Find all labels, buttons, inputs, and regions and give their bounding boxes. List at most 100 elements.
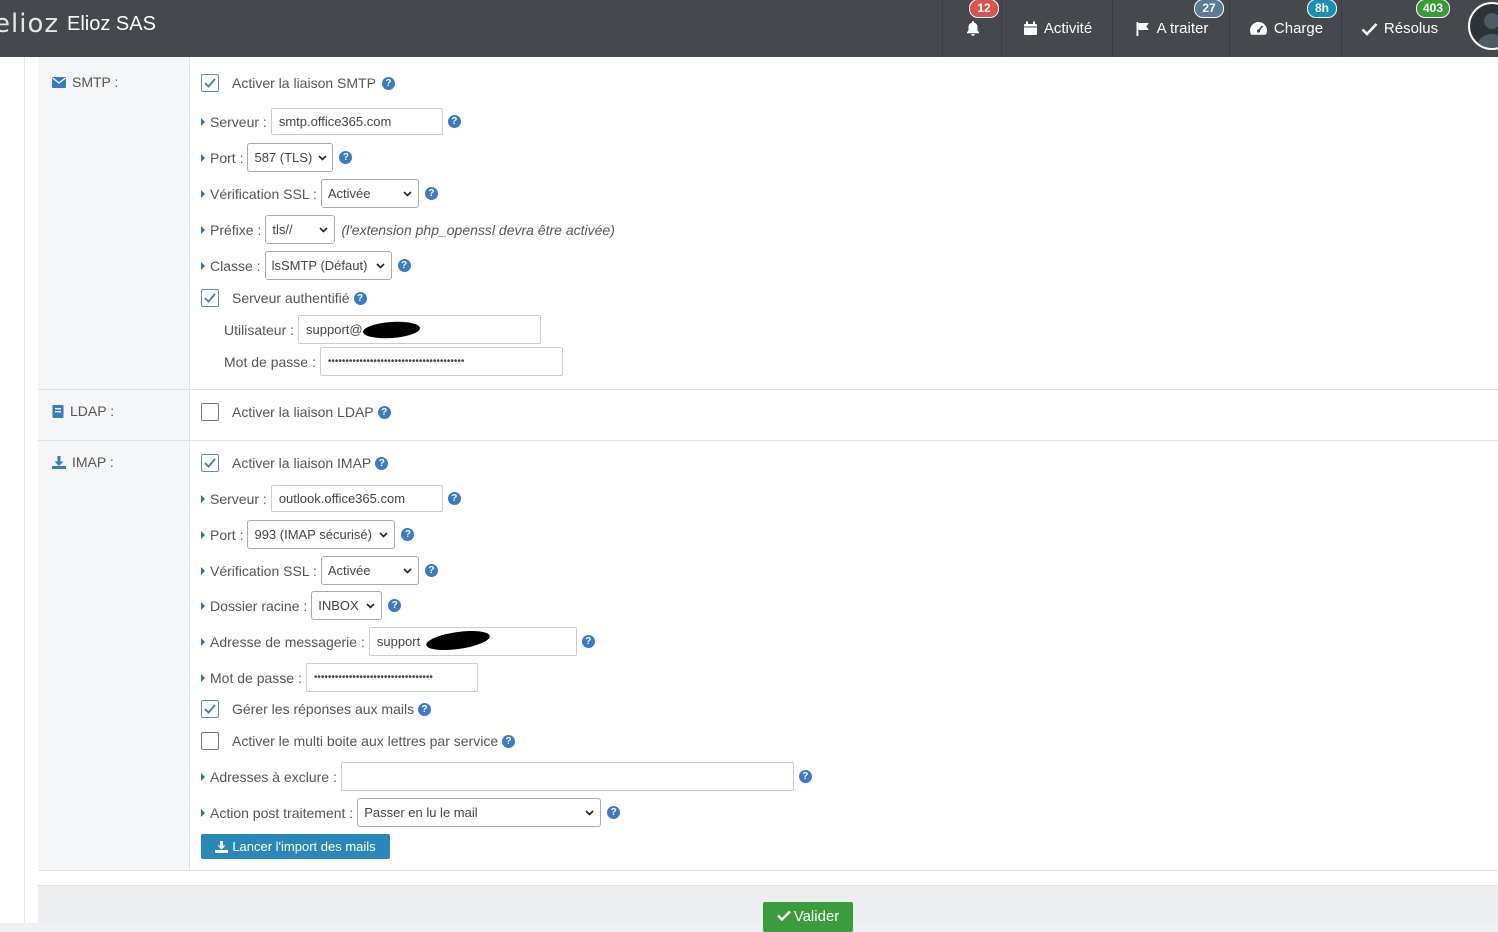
smtp-port-label: Port : — [210, 149, 244, 166]
imap-replies-row: Gérer les réponses aux mails ? — [201, 700, 432, 718]
imap-exclude-row: Adresses à exclure : ? — [201, 762, 812, 791]
openssl-note: (l'extension php_openssl devra être acti… — [341, 221, 615, 238]
validate-button[interactable]: Valider — [763, 902, 853, 932]
smtp-ssl-label: Vérification SSL : — [210, 185, 317, 202]
help-icon[interactable]: ? — [581, 635, 595, 648]
imap-ssl-select[interactable]: Activée — [320, 556, 419, 585]
help-icon[interactable]: ? — [424, 564, 438, 577]
smtp-class-row: Classe : lsSMTP (Défaut) ? — [201, 251, 411, 280]
imap-enable-checkbox[interactable] — [201, 454, 219, 472]
flag-icon — [1135, 21, 1151, 37]
help-icon[interactable]: ? — [418, 702, 432, 716]
help-icon[interactable]: ? — [377, 405, 391, 419]
imap-port-label: Port : — [210, 526, 244, 543]
imap-post-row: Action post traitement : Passer en lu le… — [201, 798, 621, 827]
caret-right-icon — [201, 189, 205, 198]
ldap-enable-row: Activer la liaison LDAP ? — [201, 403, 391, 421]
notifications-badge: 12 — [969, 0, 999, 18]
smtp-class-select[interactable]: lsSMTP (Défaut) — [264, 251, 392, 280]
import-mails-button[interactable]: Lancer l'import des mails — [201, 834, 390, 859]
smtp-port-select[interactable]: 587 (TLS) — [247, 143, 334, 172]
logo[interactable]: elioz Elioz SAS — [0, 4, 156, 44]
caret-right-icon — [201, 494, 205, 503]
chevron-down-icon — [403, 190, 412, 197]
nav-resolus[interactable]: Résolus 403 — [1341, 0, 1457, 57]
help-icon[interactable]: ? — [424, 187, 438, 200]
help-icon[interactable]: ? — [381, 76, 395, 90]
help-icon[interactable]: ? — [375, 456, 389, 470]
imap-root-select[interactable]: INBOX — [311, 591, 383, 620]
chevron-down-icon — [366, 602, 375, 609]
imap-email-label: Adresse de messagerie : — [210, 633, 365, 650]
imap-server-input[interactable]: outlook.office365.com — [270, 485, 443, 512]
imap-root-label: Dossier racine : — [210, 597, 308, 614]
smtp-auth-label: Serveur authentifié — [232, 290, 350, 306]
caret-right-icon — [201, 530, 205, 539]
calendar-icon — [1023, 21, 1038, 36]
imap-multi-checkbox[interactable] — [201, 732, 219, 750]
imap-post-label: Action post traitement : — [210, 804, 354, 821]
help-icon[interactable]: ? — [339, 151, 353, 164]
smtp-enable-label: Activer la liaison SMTP — [232, 75, 376, 91]
help-icon[interactable]: ? — [401, 528, 415, 541]
ldap-label: LDAP : — [70, 403, 115, 419]
smtp-password-input[interactable]: ••••••••••••••••••••••••••••••••••••••• — [319, 347, 563, 376]
resolus-badge: 403 — [1416, 0, 1451, 18]
download-icon — [215, 840, 229, 853]
imap-ssl-label: Vérification SSL : — [210, 562, 317, 579]
help-icon[interactable]: ? — [447, 492, 461, 505]
help-icon[interactable]: ? — [502, 734, 516, 748]
help-icon[interactable]: ? — [353, 291, 367, 305]
imap-exclude-input[interactable] — [340, 762, 794, 791]
imap-section-label: IMAP : — [52, 454, 114, 470]
ldap-enable-checkbox[interactable] — [201, 403, 219, 421]
chevron-down-icon — [318, 154, 327, 161]
smtp-label-cell — [38, 57, 190, 390]
nav-activite[interactable]: Activité — [1001, 0, 1113, 57]
imap-post-select[interactable]: Passer en lu le mail — [357, 798, 602, 827]
smtp-class-label: Classe : — [210, 257, 261, 274]
imap-port-select[interactable]: 993 (IMAP sécurisé) — [247, 520, 396, 549]
checkmark-icon — [204, 293, 216, 303]
smtp-auth-row: Serveur authentifié ? — [201, 289, 367, 307]
smtp-ssl-value: Activée — [327, 186, 371, 201]
check-icon — [1361, 22, 1378, 36]
imap-label-cell — [38, 441, 190, 871]
user-avatar[interactable] — [1468, 2, 1498, 50]
smtp-enable-checkbox[interactable] — [201, 74, 219, 92]
help-icon[interactable]: ? — [397, 259, 411, 272]
smtp-prefix-value: tls// — [272, 222, 293, 237]
imap-ssl-row: Vérification SSL : Activée ? — [201, 556, 438, 585]
imap-password-input[interactable]: •••••••••••••••••••••••••••••••••• — [305, 663, 478, 692]
help-icon[interactable]: ? — [798, 770, 812, 783]
imap-replies-label: Gérer les réponses aux mails — [232, 701, 415, 717]
help-icon[interactable]: ? — [447, 115, 461, 128]
smtp-user-label: Utilisateur : — [224, 321, 295, 338]
help-icon[interactable]: ? — [607, 806, 621, 819]
imap-post-value: Passer en lu le mail — [364, 805, 478, 820]
caret-right-icon — [201, 673, 205, 682]
nav-charge[interactable]: Charge 8h — [1229, 0, 1342, 57]
smtp-server-input[interactable]: smtp.office365.com — [270, 108, 443, 135]
validate-label: Valider — [793, 908, 840, 925]
checkmark-icon — [204, 458, 216, 468]
smtp-password-row: Mot de passe : •••••••••••••••••••••••••… — [224, 347, 563, 376]
imap-multi-row: Activer le multi boite aux lettres par s… — [201, 732, 516, 750]
imap-password-row: Mot de passe : •••••••••••••••••••••••••… — [201, 663, 478, 692]
smtp-ssl-select[interactable]: Activée — [320, 179, 419, 208]
download-icon — [52, 455, 66, 469]
caret-right-icon — [201, 601, 205, 610]
smtp-ssl-row: Vérification SSL : Activée ? — [201, 179, 438, 208]
bell-icon — [965, 20, 981, 37]
help-icon[interactable]: ? — [388, 599, 402, 612]
smtp-auth-checkbox[interactable] — [201, 289, 219, 307]
imap-root-row: Dossier racine : INBOX ? — [201, 591, 402, 620]
imap-replies-checkbox[interactable] — [201, 700, 219, 718]
import-mails-label: Lancer l'import des mails — [232, 839, 376, 854]
nav-a-traiter[interactable]: A traiter 27 — [1112, 0, 1230, 57]
imap-ssl-value: Activée — [327, 563, 371, 578]
chevron-down-icon — [376, 262, 385, 269]
notifications-button[interactable]: 12 — [942, 0, 1002, 57]
chevron-down-icon — [403, 567, 412, 574]
smtp-prefix-select[interactable]: tls// — [265, 215, 336, 244]
